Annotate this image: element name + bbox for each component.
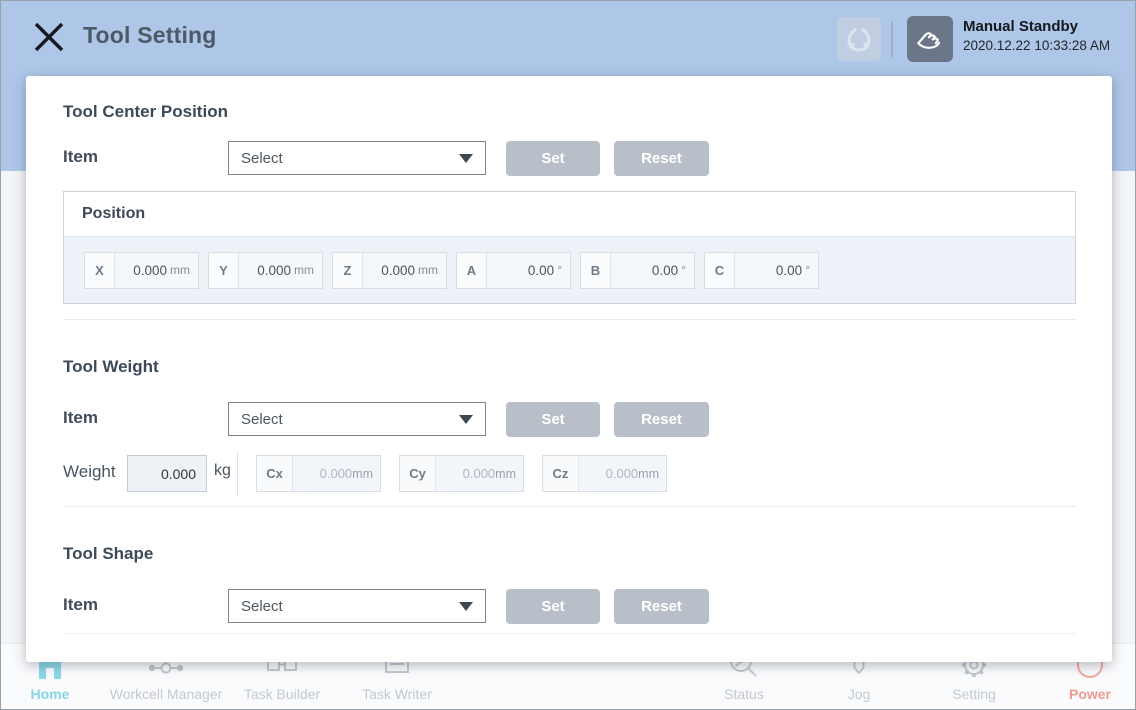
section-heading-tool-center-position: Tool Center Position (63, 102, 228, 122)
field-label: Z (333, 253, 363, 288)
field-unit: ° (681, 263, 686, 277)
weight-unit-label: kg (214, 462, 231, 480)
weight-item-label: Item (63, 408, 98, 428)
field-value: 0.000 (133, 263, 167, 278)
position-panel-header: Position (64, 192, 1075, 237)
tool-setting-modal: Tool Center Position Item Select Set Res… (26, 76, 1112, 662)
weight-item-select-value: Select (241, 411, 459, 428)
section-heading-tool-shape: Tool Shape (63, 544, 153, 564)
close-icon[interactable] (29, 17, 69, 57)
weight-set-button[interactable]: Set (506, 402, 600, 437)
field-label: Y (209, 253, 239, 288)
field-label: Cx (257, 456, 293, 491)
section-heading-tool-weight: Tool Weight (63, 357, 159, 377)
field-unit: mm (418, 263, 438, 277)
tcp-reset-button[interactable]: Reset (614, 141, 709, 176)
section-divider (63, 633, 1076, 634)
field-unit: mm (638, 467, 659, 481)
section-divider (63, 319, 1076, 320)
field-unit: ° (805, 263, 810, 277)
field-value: 0.00 (528, 263, 554, 278)
status-datetime: 2020.12.22 10:33:28 AM (963, 38, 1110, 53)
field-unit: mm (495, 467, 516, 481)
cog-field-cx: Cx 0.000mm (256, 455, 381, 492)
field-value: 0.000 (606, 466, 639, 481)
cog-field-cy: Cy 0.000mm (399, 455, 524, 492)
field-label: Cz (543, 456, 579, 491)
field-value: 0.000 (381, 263, 415, 278)
field-label: B (581, 253, 611, 288)
nav-label: Power (1015, 686, 1136, 702)
shape-reset-button[interactable]: Reset (614, 589, 709, 624)
nav-label: Task Writer (322, 686, 472, 702)
gripper-icon-button[interactable] (837, 17, 881, 61)
header-divider (891, 21, 893, 57)
position-field-b: B 0.00° (580, 252, 695, 289)
tcp-set-button[interactable]: Set (506, 141, 600, 176)
section-divider (63, 506, 1076, 507)
field-value: 0.000 (320, 466, 353, 481)
manual-hand-icon (912, 21, 948, 57)
field-value: 0.000 (463, 466, 496, 481)
chevron-down-icon (459, 415, 473, 424)
tcp-item-select-value: Select (241, 150, 459, 167)
shape-item-label: Item (63, 595, 98, 615)
tcp-item-label: Item (63, 147, 98, 167)
field-value: 0.00 (776, 263, 802, 278)
field-value: 0.00 (652, 263, 678, 278)
field-unit: ° (557, 263, 562, 277)
field-label: C (705, 253, 735, 288)
position-panel: Position X 0.000mm Y 0.000mm Z 0.000mm A… (63, 191, 1076, 304)
weight-value: 0.000 (161, 466, 196, 482)
status-mode-text: Manual Standby (963, 18, 1110, 35)
shape-item-select[interactable]: Select (228, 589, 486, 623)
chevron-down-icon (459, 154, 473, 163)
position-field-z: Z 0.000mm (332, 252, 447, 289)
field-unit: mm (294, 263, 314, 277)
position-panel-title: Position (82, 205, 145, 223)
tcp-item-select[interactable]: Select (228, 141, 486, 175)
weight-item-select[interactable]: Select (228, 402, 486, 436)
robot-status: Manual Standby 2020.12.22 10:33:28 AM (963, 18, 1110, 53)
manual-mode-button[interactable] (907, 16, 953, 62)
weight-input[interactable]: 0.000 (127, 455, 207, 492)
gripper-icon (842, 22, 876, 56)
position-field-c: C 0.00° (704, 252, 819, 289)
shape-set-button[interactable]: Set (506, 589, 600, 624)
field-label: X (85, 253, 115, 288)
shape-item-select-value: Select (241, 598, 459, 615)
position-field-a: A 0.00° (456, 252, 571, 289)
weight-reset-button[interactable]: Reset (614, 402, 709, 437)
field-label: A (457, 253, 487, 288)
tool-setting-screen: { "header": { "title": "Tool Setting", "… (0, 0, 1136, 710)
cog-field-cz: Cz 0.000mm (542, 455, 667, 492)
field-unit: mm (170, 263, 190, 277)
weight-row-divider (237, 451, 238, 496)
chevron-down-icon (459, 602, 473, 611)
page-title: Tool Setting (83, 22, 217, 49)
position-field-x: X 0.000mm (84, 252, 199, 289)
position-field-y: Y 0.000mm (208, 252, 323, 289)
field-unit: mm (352, 467, 373, 481)
weight-label: Weight (63, 462, 116, 482)
field-value: 0.000 (257, 263, 291, 278)
position-panel-body: X 0.000mm Y 0.000mm Z 0.000mm A 0.00° B … (64, 237, 1075, 303)
field-label: Cy (400, 456, 436, 491)
